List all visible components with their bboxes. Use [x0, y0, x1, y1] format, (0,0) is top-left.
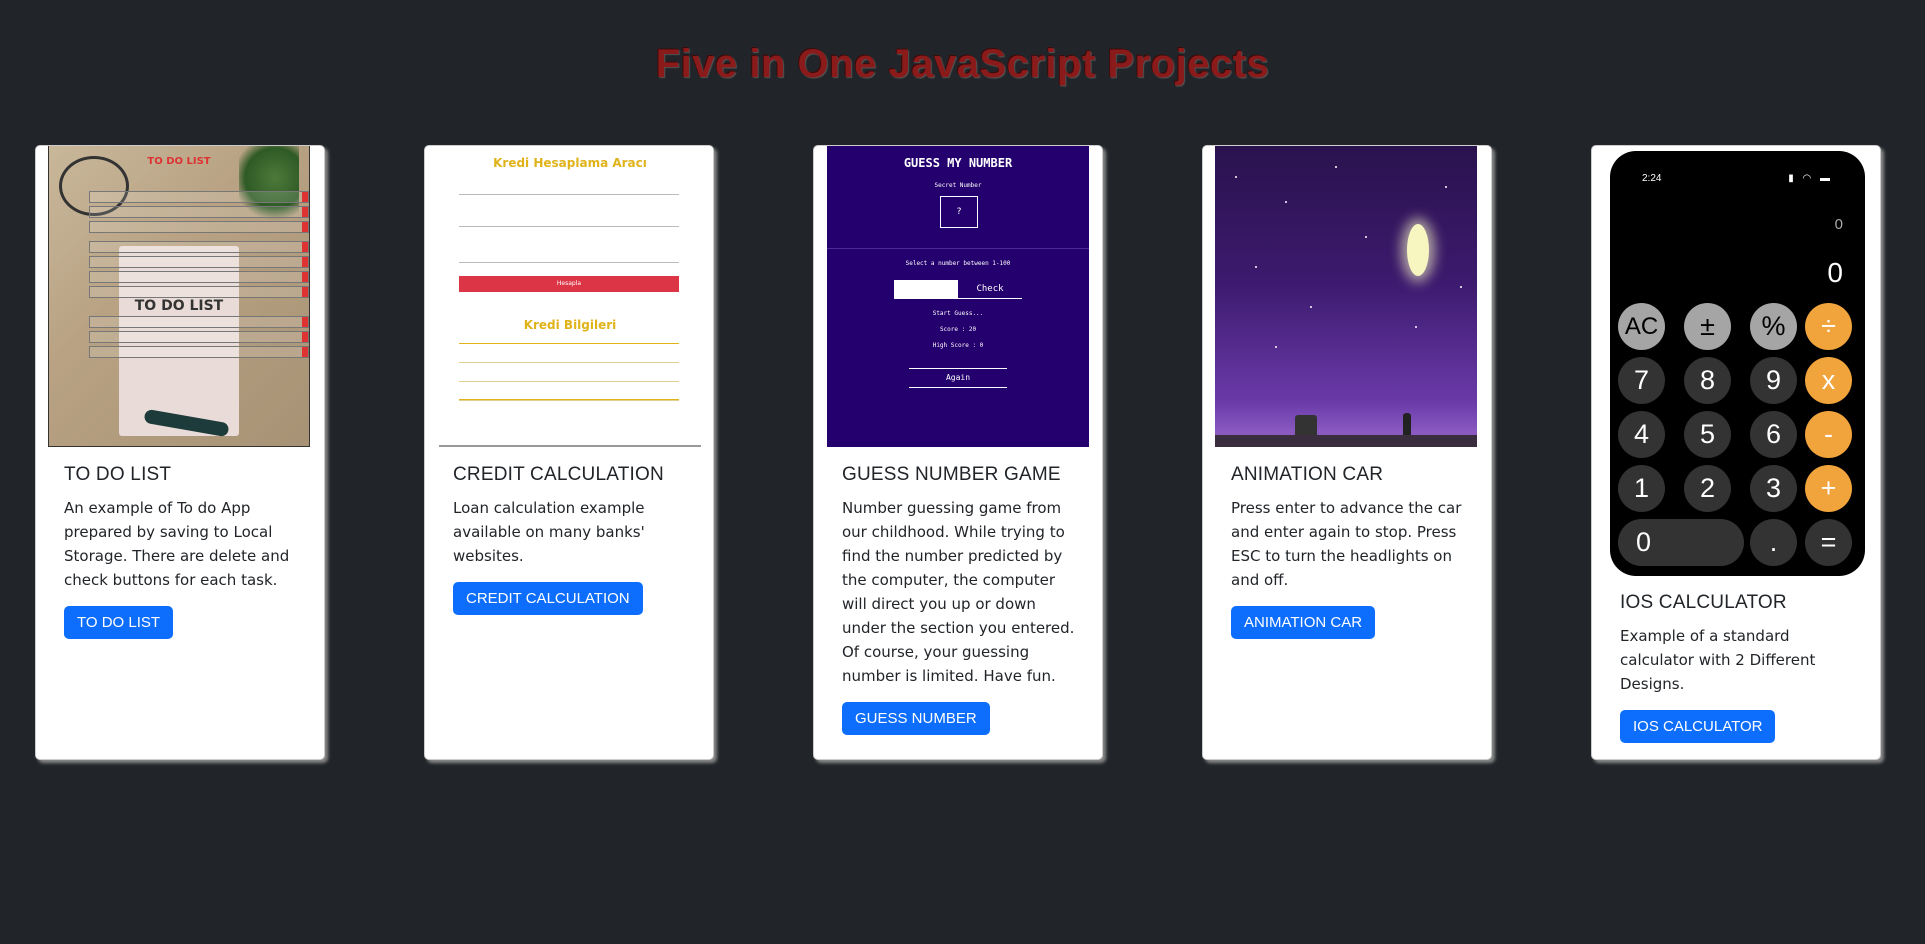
- card-text: Example of a standard calculator with 2 …: [1620, 627, 1816, 693]
- guess-preview-highscore: High Score : 0: [932, 342, 984, 349]
- guess-number-button[interactable]: GUESS NUMBER: [842, 702, 990, 735]
- star-icon: [1365, 236, 1367, 238]
- card-text: Press enter to advance the car and enter…: [1231, 499, 1462, 589]
- key-5: 5: [1684, 411, 1731, 458]
- star-icon: [1415, 326, 1417, 328]
- project-card-ios-calculator: 2:24 ▮ ◠ ▬ 0 0 AC ± % ÷ 7 8 9 x 4 5 6 - …: [1591, 145, 1881, 760]
- guess-preview-prompt: Select a number between 1-100: [905, 260, 1011, 267]
- todo-preview-row: [89, 286, 309, 298]
- todo-preview-row: [89, 191, 309, 203]
- todo-preview-row: [89, 241, 309, 253]
- card-text: An example of To do App prepared by savi…: [64, 499, 290, 589]
- guess-preview-secret-box: ?: [940, 196, 978, 228]
- credit-preview-heading: Kredi Hesaplama Aracı: [493, 156, 647, 170]
- key-0: 0: [1618, 519, 1744, 566]
- star-icon: [1445, 186, 1447, 188]
- todo-list-button[interactable]: TO DO LIST: [64, 606, 174, 639]
- star-icon: [1255, 266, 1257, 268]
- key-minus: -: [1805, 411, 1852, 458]
- guess-preview-input: [894, 280, 958, 299]
- todo-preview-heading: TO DO LIST: [147, 156, 211, 167]
- credit-preview-field: [459, 226, 679, 227]
- todo-preview-row: [89, 271, 309, 283]
- credit-preview-image: Kredi Hesaplama Aracı Hesapla Kredi Bilg…: [439, 146, 701, 447]
- key-percent: %: [1750, 303, 1797, 350]
- ios-calculator-preview: 2:24 ▮ ◠ ▬ 0 0 AC ± % ÷ 7 8 9 x 4 5 6 - …: [1610, 151, 1865, 576]
- guess-preview-start: Start Guess...: [932, 310, 984, 317]
- todo-preview-row: [89, 256, 309, 268]
- credit-preview-field: [459, 262, 679, 263]
- key-8: 8: [1684, 357, 1731, 404]
- moon-icon: [1407, 224, 1429, 276]
- guess-preview-secret-label: Secret Number: [934, 182, 982, 189]
- card-title: CREDIT CALCULATION: [453, 464, 664, 485]
- guess-preview-heading: GUESS MY NUMBER: [903, 156, 1013, 170]
- project-card-animation: ANIMATION CAR Press enter to advance the…: [1202, 145, 1492, 760]
- key-2: 2: [1684, 465, 1731, 512]
- key-clear: AC: [1618, 303, 1665, 350]
- calculator-display: 0: [1827, 257, 1843, 288]
- star-icon: [1235, 176, 1237, 178]
- guess-preview-image: GUESS MY NUMBER Secret Number ? Select a…: [827, 146, 1089, 447]
- star-icon: [1460, 286, 1462, 288]
- todo-preview-row: [89, 206, 309, 218]
- key-equals: =: [1805, 519, 1852, 566]
- key-3: 3: [1750, 465, 1797, 512]
- card-text: Loan calculation example available on ma…: [453, 499, 645, 565]
- project-card-credit: Kredi Hesaplama Aracı Hesapla Kredi Bilg…: [424, 145, 714, 760]
- animation-car-button[interactable]: ANIMATION CAR: [1231, 606, 1376, 639]
- page-title: Five in One JavaScript Projects: [655, 42, 1270, 86]
- card-text: Number guessing game from our childhood.…: [842, 499, 1075, 685]
- notebook-text: TO DO LIST: [134, 298, 224, 314]
- credit-preview-field: [459, 194, 679, 195]
- key-4: 4: [1618, 411, 1665, 458]
- guess-preview-check: Check: [958, 280, 1022, 299]
- key-plus: +: [1805, 465, 1852, 512]
- guess-preview-again: Again: [909, 368, 1007, 388]
- divider: [827, 248, 1089, 249]
- todo-preview-row: [89, 316, 309, 328]
- status-time: 2:24: [1642, 173, 1662, 184]
- ios-calculator-button[interactable]: IOS CALCULATOR: [1620, 710, 1776, 743]
- star-icon: [1310, 306, 1312, 308]
- car-icon: [1295, 415, 1317, 435]
- key-multiply: x: [1805, 357, 1852, 404]
- animation-preview-image: [1215, 146, 1477, 447]
- star-icon: [1275, 346, 1277, 348]
- credit-preview-subheading: Kredi Bilgileri: [523, 318, 617, 332]
- person-icon: [1403, 413, 1411, 435]
- star-icon: [1335, 166, 1337, 168]
- project-card-todo: TO DO LIST TO DO LIST TO DO LIST An exam…: [35, 145, 325, 760]
- key-9: 9: [1750, 357, 1797, 404]
- card-title: ANIMATION CAR: [1231, 464, 1384, 485]
- ground: [1215, 435, 1477, 447]
- key-1: 1: [1618, 465, 1665, 512]
- card-title: GUESS NUMBER GAME: [842, 464, 1061, 485]
- calculator-previous-value: 0: [1834, 216, 1843, 233]
- credit-preview-table: [459, 343, 679, 401]
- star-icon: [1285, 201, 1287, 203]
- key-decimal: .: [1750, 519, 1797, 566]
- todo-preview-row: [89, 331, 309, 343]
- todo-preview-image: TO DO LIST TO DO LIST: [48, 146, 310, 447]
- card-title: IOS CALCULATOR: [1620, 592, 1787, 613]
- todo-preview-row: [89, 221, 309, 233]
- todo-preview-row: [89, 346, 309, 358]
- signal-wifi-battery-icon: ▮ ◠ ▬: [1788, 173, 1833, 184]
- project-card-guess: GUESS MY NUMBER Secret Number ? Select a…: [813, 145, 1103, 760]
- key-plus-minus: ±: [1684, 303, 1731, 350]
- credit-calculation-button[interactable]: CREDIT CALCULATION: [453, 582, 643, 615]
- card-title: TO DO LIST: [64, 464, 172, 485]
- key-7: 7: [1618, 357, 1665, 404]
- key-6: 6: [1750, 411, 1797, 458]
- credit-preview-button: Hesapla: [459, 276, 679, 292]
- guess-preview-score: Score : 20: [939, 326, 977, 333]
- key-divide: ÷: [1805, 303, 1852, 350]
